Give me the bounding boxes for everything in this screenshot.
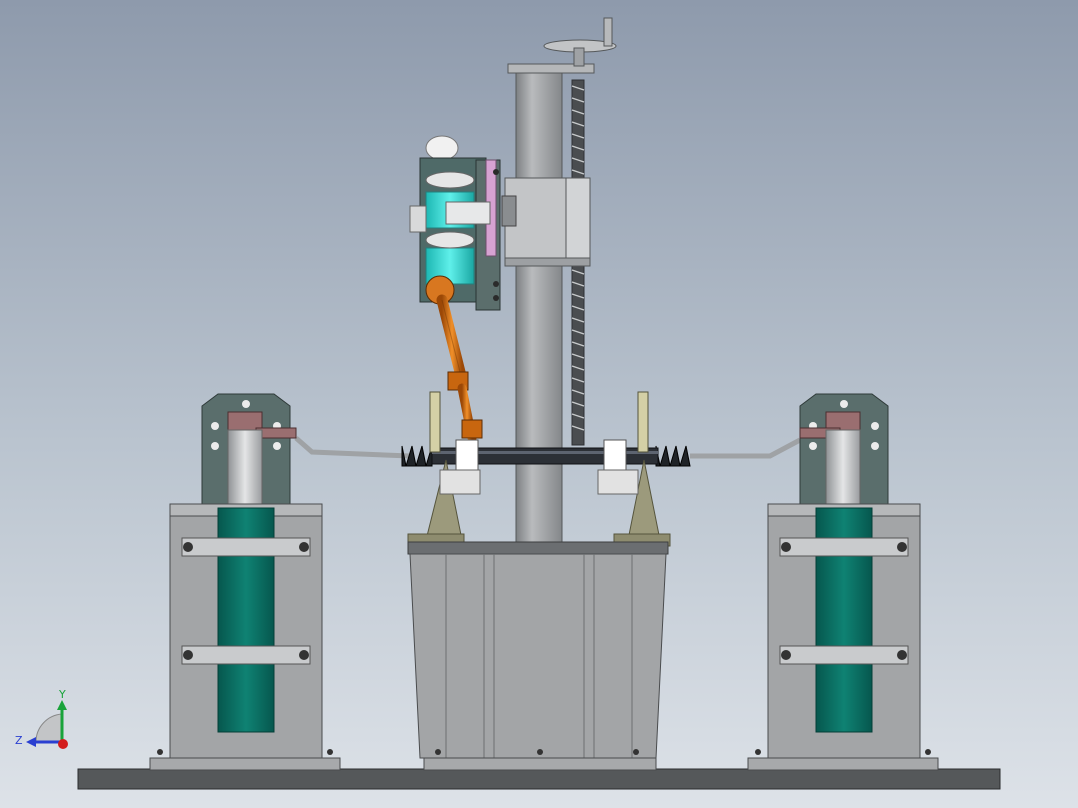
triad-z-label: Z [15, 734, 23, 747]
cad-viewport[interactable]: Y Z [0, 0, 1078, 808]
triad-x-axis [58, 739, 68, 749]
triad-y-label: Y [58, 688, 66, 701]
tie-rod-right[interactable] [690, 437, 802, 459]
coordinate-triad: Y Z [15, 688, 68, 749]
column-clamp[interactable] [504, 177, 591, 267]
handwheel[interactable] [543, 17, 617, 67]
steering-motor-unit[interactable] [409, 135, 517, 311]
base-plate[interactable] [77, 768, 1001, 790]
boot-right[interactable] [655, 445, 691, 467]
assembly-view[interactable]: Y Z [0, 0, 1078, 808]
tie-rod-left[interactable] [294, 436, 411, 459]
center-pedestal[interactable] [407, 541, 669, 771]
